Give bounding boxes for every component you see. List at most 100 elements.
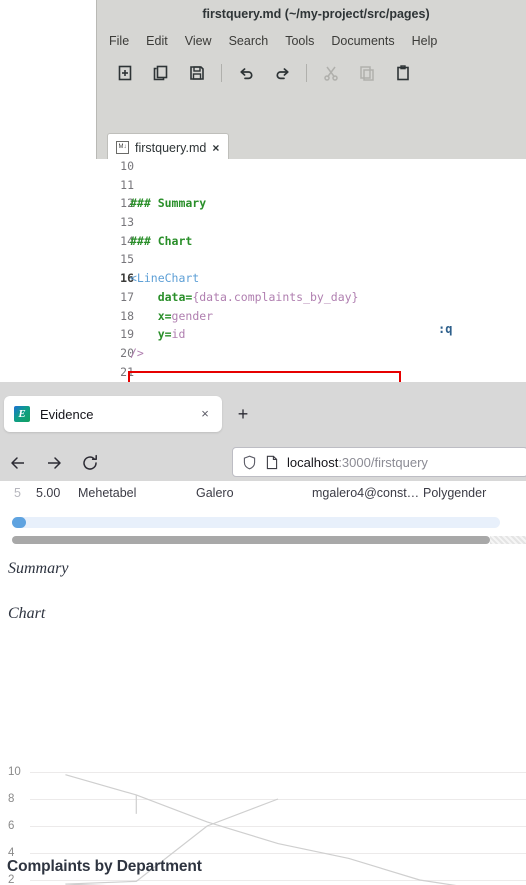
code-token: ### Summary — [130, 196, 207, 211]
code-line: 15 — [0, 252, 526, 271]
code-line: 20/> — [0, 346, 526, 365]
browser-tab-title: Evidence — [40, 406, 94, 422]
undo-icon — [239, 67, 252, 79]
save-button[interactable] — [179, 57, 215, 89]
table-cut-text-email — [314, 481, 317, 484]
cut-icon — [324, 66, 338, 81]
code-line: 13 — [0, 215, 526, 234]
cell-first-name: Mehetabel — [78, 486, 137, 500]
code-token: gender — [171, 308, 214, 323]
paste-icon — [397, 65, 409, 81]
open-document-button[interactable] — [143, 57, 179, 89]
menu-help[interactable]: Help — [412, 34, 438, 48]
redo-button[interactable] — [264, 57, 300, 89]
paste-button[interactable] — [385, 57, 421, 89]
menu-documents[interactable]: Documents — [331, 34, 394, 48]
code-text: data={data.complaints_by_day} — [130, 289, 359, 304]
page-content: 5 5.00 Mehetabel Galero mgalero4@const… … — [0, 481, 526, 885]
browser-navbar: localhost:3000/firstquery — [0, 445, 526, 481]
code-token: ### Chart — [130, 233, 193, 248]
line-number: 13 — [120, 215, 134, 230]
toolbar-separator-2 — [306, 64, 307, 82]
cell-last-name: Galero — [196, 486, 234, 500]
menu-view[interactable]: View — [185, 34, 212, 48]
page-horizontal-scrollbar[interactable] — [12, 536, 490, 544]
code-line: 16 <LineChart — [0, 271, 526, 290]
line-number: 15 — [120, 252, 134, 267]
line-number: 21 — [120, 364, 134, 379]
code-token: <LineChart — [130, 271, 200, 286]
data-table-clipped: 5 5.00 Mehetabel Galero mgalero4@const… … — [0, 481, 526, 512]
url-host: localhost — [287, 454, 339, 470]
menu-file[interactable]: File — [109, 34, 129, 48]
table-row: 5 5.00 Mehetabel Galero mgalero4@const… … — [0, 486, 526, 508]
line-number: 12 — [120, 196, 134, 211]
new-document-icon — [118, 65, 132, 81]
code-token: data= — [130, 289, 193, 304]
heading-complaints-by-department: Complaints by Department — [7, 858, 202, 875]
editor-tabbar: M↓ firstquery.md × — [96, 130, 526, 161]
url-text: localhost:3000/firstquery — [287, 455, 428, 470]
line-number: 10 — [120, 159, 134, 173]
undo-button[interactable] — [228, 57, 264, 89]
line-number: 17 — [120, 289, 134, 304]
code-line: 11 — [0, 178, 526, 197]
line-number: 14 — [120, 233, 134, 248]
editor-title: firstquery.md (~/my-project/src/pages) — [202, 7, 430, 21]
text-editor-window: firstquery.md (~/my-project/src/pages) F… — [0, 0, 526, 382]
menu-search[interactable]: Search — [229, 34, 269, 48]
forward-button[interactable] — [36, 448, 72, 478]
cell-email: mgalero4@const… — [312, 486, 420, 500]
line-number: 18 — [120, 308, 134, 323]
reload-button[interactable] — [72, 448, 108, 478]
code-editor-area[interactable]: 10 11 12 ### Summary 13 14 ### Chart 15 16 <LineC… — [0, 159, 526, 382]
cut-button[interactable] — [313, 57, 349, 89]
heading-summary: Summary — [8, 560, 69, 577]
scrollbar-track-remainder — [490, 536, 526, 544]
table-horizontal-scroll-track[interactable] — [12, 517, 500, 528]
browser-window: E Evidence × + localhost:3000/firstquery… — [0, 382, 526, 885]
page-icon — [266, 455, 278, 469]
code-text: <LineChart — [130, 271, 199, 285]
editor-menubar: File Edit View Search Tools Documents He… — [97, 28, 526, 54]
code-line: 12 ### Summary — [0, 196, 526, 215]
menu-tools[interactable]: Tools — [285, 34, 314, 48]
back-button[interactable] — [0, 448, 36, 478]
editor-tab-label: firstquery.md — [135, 140, 207, 155]
copy-button[interactable] — [349, 57, 385, 89]
table-horizontal-scroll-thumb[interactable] — [12, 517, 26, 528]
row-index: 5 — [14, 486, 21, 500]
new-tab-button[interactable]: + — [232, 404, 254, 426]
close-icon[interactable]: × — [196, 405, 214, 423]
code-text: ### Chart — [130, 234, 192, 248]
close-icon[interactable]: × — [212, 141, 219, 155]
code-token: /> — [130, 345, 144, 360]
evidence-favicon-icon: E — [14, 406, 30, 422]
open-document-icon — [153, 65, 168, 81]
code-lines: 10 11 12 ### Summary 13 14 ### Chart 15 16 <LineC… — [0, 159, 526, 382]
editor-tab-firstquery[interactable]: M↓ firstquery.md × — [107, 133, 230, 161]
url-bar[interactable]: localhost:3000/firstquery — [232, 447, 526, 477]
code-line: 10 — [0, 159, 526, 178]
copy-icon — [360, 66, 374, 81]
code-text: y=id — [130, 327, 186, 342]
arrow-left-icon — [11, 457, 24, 469]
editor-chrome: firstquery.md (~/my-project/src/pages) F… — [96, 0, 526, 130]
shield-icon — [243, 455, 256, 469]
code-text: ### Summary — [130, 196, 206, 210]
browser-tabstrip: E Evidence × + — [0, 382, 526, 445]
code-text: /> — [130, 346, 144, 360]
code-token: {data.complaints_by_day} — [192, 289, 359, 304]
new-document-button[interactable] — [107, 57, 143, 89]
line-number: 20 — [120, 345, 134, 360]
line-number: 19 — [120, 327, 134, 342]
editor-toolbar — [97, 54, 526, 92]
menu-edit[interactable]: Edit — [146, 34, 168, 48]
code-token: y= — [130, 327, 172, 342]
code-text: x=gender — [130, 309, 213, 323]
redo-icon — [276, 67, 289, 79]
code-line: 21 — [0, 365, 526, 382]
browser-tab-evidence[interactable]: E Evidence × — [4, 396, 222, 432]
save-icon — [190, 66, 204, 80]
cell-gender: Polygender — [423, 486, 487, 500]
